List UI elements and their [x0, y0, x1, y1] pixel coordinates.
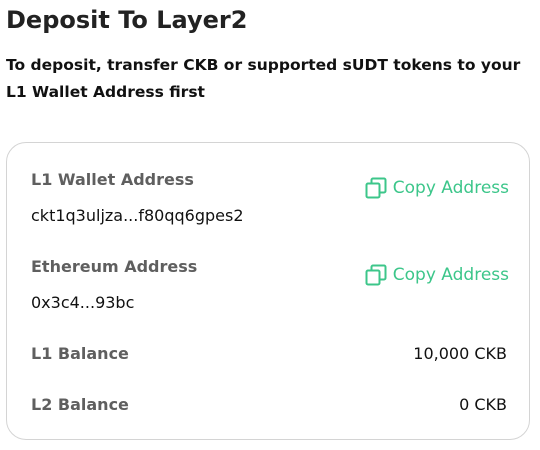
deposit-page: Deposit To Layer2 To deposit, transfer C… — [0, 0, 540, 450]
ethereum-address-label: Ethereum Address — [31, 257, 198, 276]
copy-icon — [365, 264, 387, 286]
l1-wallet-address-value: ckt1q3uljza...f80qq6gpes2 — [31, 206, 244, 225]
copy-icon — [365, 177, 387, 199]
l2-balance-value: 0 CKB — [459, 395, 507, 414]
copy-ethereum-address-button[interactable]: Copy Address — [365, 263, 509, 287]
ethereum-address-value: 0x3c4...93bc — [31, 293, 135, 312]
page-title: Deposit To Layer2 — [6, 6, 248, 34]
copy-l1-address-label: Copy Address — [392, 178, 509, 198]
copy-l1-address-button[interactable]: Copy Address — [365, 176, 509, 200]
l1-balance-value: 10,000 CKB — [413, 344, 507, 363]
l1-balance-label: L1 Balance — [31, 344, 129, 363]
l1-wallet-address-label: L1 Wallet Address — [31, 170, 194, 189]
l2-balance-label: L2 Balance — [31, 395, 129, 414]
copy-ethereum-address-label: Copy Address — [392, 265, 509, 285]
deposit-instruction: To deposit, transfer CKB or supported sU… — [6, 56, 521, 101]
address-card: L1 Wallet Address ckt1q3uljza...f80qq6gp… — [6, 142, 530, 440]
